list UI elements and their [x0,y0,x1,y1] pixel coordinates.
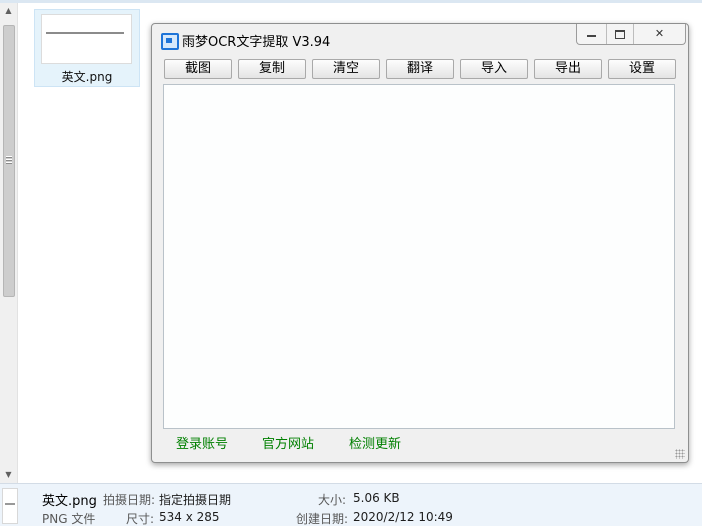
dimensions-label: 尺寸: [126,512,155,526]
thumbnail-text-line [46,32,124,34]
created-date-label: 创建日期: [296,512,349,526]
created-date-value: 2020/2/12 10:49 [353,510,453,524]
settings-button[interactable]: 设置 [608,59,676,79]
clear-button[interactable]: 清空 [312,59,380,79]
resize-grip-icon[interactable] [675,449,685,459]
export-button[interactable]: 导出 [534,59,602,79]
minimize-button[interactable] [577,24,607,44]
shot-date-label: 拍摄日期: [103,493,156,507]
close-button[interactable]: ✕ [634,24,685,44]
maximize-icon [615,29,625,39]
size-value: 5.06 KB [353,491,400,505]
file-item[interactable]: 英文.png [34,9,140,87]
window-title: 雨梦OCR文字提取 V3.94 [182,35,331,50]
ocr-app-window: 雨梦OCR文字提取 V3.94 ✕ 截图 复制 清空 翻译 导入 导出 设置 登… [151,23,689,463]
copy-button[interactable]: 复制 [238,59,306,79]
details-filename: 英文.png [42,494,97,509]
vertical-scrollbar[interactable]: ▲ ▼ [0,3,18,483]
top-border [0,0,702,3]
check-update-link[interactable]: 检测更新 [349,433,401,452]
scrollbar-grip-icon [6,156,12,164]
dimensions-value: 534 x 285 [159,510,220,524]
minimize-icon [587,35,596,37]
toolbar: 截图 复制 清空 翻译 导入 导出 设置 [164,59,676,79]
close-icon: ✕ [654,27,665,40]
size-label: 大小: [318,493,347,507]
scroll-down-icon[interactable]: ▼ [0,467,17,483]
shot-date-value[interactable]: 指定拍摄日期 [159,491,231,508]
login-link[interactable]: 登录账号 [176,433,228,452]
footer-links: 登录账号 官方网站 检测更新 [164,433,664,452]
window-controls: ✕ [576,24,686,45]
details-thumbnail [2,488,18,524]
translate-button[interactable]: 翻译 [386,59,454,79]
app-icon [161,33,179,50]
file-thumbnail [41,14,132,64]
ocr-result-textarea[interactable] [163,84,675,429]
details-file-type: PNG 文件 [42,512,96,526]
import-button[interactable]: 导入 [460,59,528,79]
scroll-up-icon[interactable]: ▲ [0,3,17,19]
official-site-link[interactable]: 官方网站 [262,433,314,452]
screenshot-button[interactable]: 截图 [164,59,232,79]
maximize-button[interactable] [607,24,634,44]
scrollbar-thumb[interactable] [3,25,15,297]
file-name: 英文.png [61,70,113,84]
details-pane: 英文.png PNG 文件 拍摄日期: 指定拍摄日期 尺寸: 534 x 285… [0,483,702,526]
